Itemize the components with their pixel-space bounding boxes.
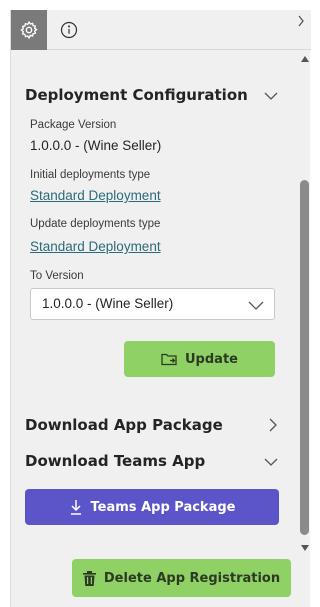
scrollbar-thumb[interactable] (300, 180, 309, 535)
folder-arrow-icon (161, 353, 177, 366)
tab-info[interactable] (51, 10, 87, 50)
trash-icon (82, 570, 96, 586)
scroll-down-arrow-icon[interactable] (301, 545, 309, 551)
section-title-deployment[interactable]: Deployment Configuration (25, 86, 248, 104)
collapse-panel-button[interactable] (295, 12, 307, 30)
update-button[interactable]: Update (124, 341, 275, 377)
panel-toolbar (11, 10, 311, 50)
initial-deployments-type-link[interactable]: Standard Deployment (30, 188, 161, 203)
vertical-scrollbar[interactable] (299, 50, 311, 607)
package-version-label: Package Version (30, 119, 117, 131)
delete-app-registration-button[interactable]: Delete App Registration (72, 559, 291, 597)
initial-deployments-type-label: Initial deployments type (30, 169, 151, 181)
info-icon (60, 21, 78, 39)
chevron-down-icon (248, 301, 264, 310)
chevron-down-icon[interactable] (263, 454, 279, 470)
chevron-right-icon (298, 15, 304, 27)
teams-app-package-label: Teams App Package (90, 499, 236, 515)
teams-app-package-button[interactable]: Teams App Package (25, 489, 279, 525)
delete-app-registration-label: Delete App Registration (103, 570, 281, 586)
update-deployments-type-link[interactable]: Standard Deployment (30, 239, 161, 254)
package-version-value: 1.0.0.0 - (Wine Seller) (30, 138, 162, 153)
tab-settings[interactable] (11, 10, 47, 50)
panel-scroll-area[interactable]: Deployment Configuration Package Version… (11, 50, 311, 607)
chevron-right-icon[interactable] (265, 417, 281, 433)
section-title-download-teams-app[interactable]: Download Teams App (25, 452, 205, 470)
scroll-up-arrow-icon[interactable] (301, 56, 309, 62)
to-version-label: To Version (30, 270, 84, 282)
gear-icon (20, 20, 38, 40)
side-panel: Deployment Configuration Package Version… (10, 10, 311, 607)
update-button-label: Update (185, 351, 238, 367)
update-deployments-type-label: Update deployments type (30, 218, 161, 230)
download-icon (70, 500, 81, 515)
to-version-selected: 1.0.0.0 - (Wine Seller) (42, 296, 174, 311)
chevron-down-icon[interactable] (263, 88, 279, 104)
section-title-download-app-package[interactable]: Download App Package (25, 416, 223, 434)
to-version-select[interactable]: 1.0.0.0 - (Wine Seller) (30, 288, 275, 320)
